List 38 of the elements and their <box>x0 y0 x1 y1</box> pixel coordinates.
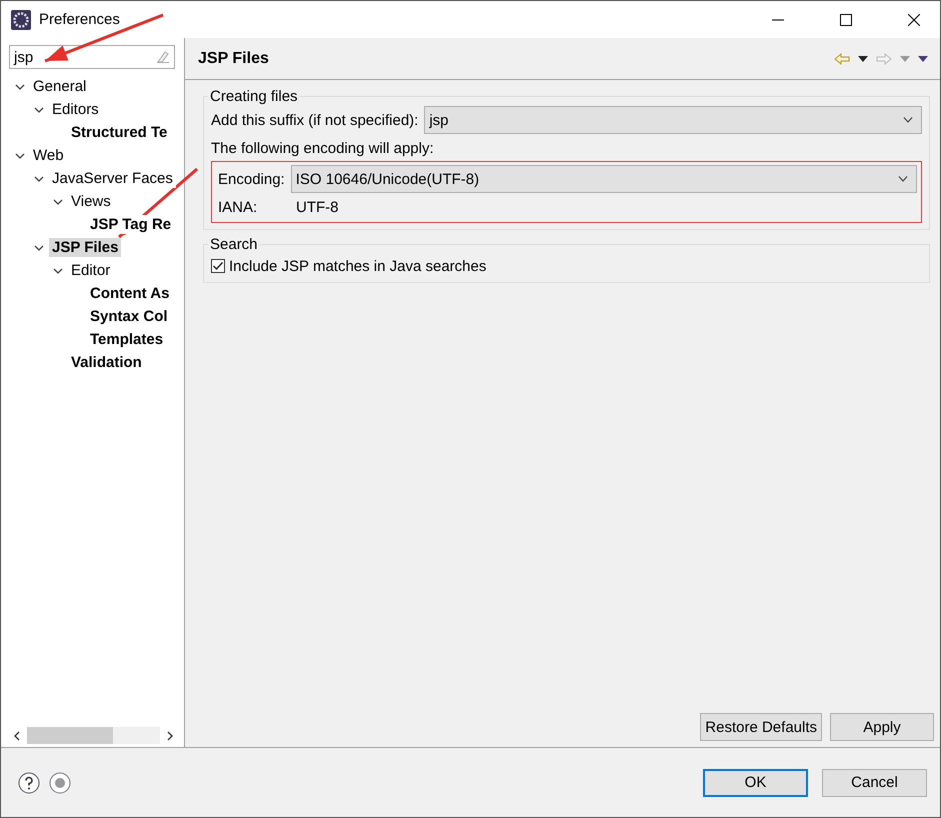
help-icon[interactable] <box>18 772 40 794</box>
chevron-down-icon[interactable] <box>15 150 25 160</box>
chevron-down-icon[interactable] <box>53 196 63 206</box>
encoding-dropdown[interactable]: ISO 10646/Unicode(UTF-8) <box>290 165 917 193</box>
window-title: Preferences <box>39 11 120 28</box>
field-value: UTF-8 <box>296 198 338 216</box>
dropdown-icon[interactable] <box>858 56 868 62</box>
checkbox-label: Include JSP matches in Java searches <box>229 258 486 274</box>
group-title: Creating files <box>209 88 299 105</box>
dialog-button[interactable]: OK <box>703 768 808 796</box>
dialog-button[interactable]: Cancel <box>822 768 927 796</box>
chevron-down-icon <box>903 117 913 123</box>
chevron-down-icon[interactable] <box>34 174 44 184</box>
scroll-left-icon[interactable] <box>13 730 21 740</box>
checkbox[interactable] <box>211 259 225 273</box>
record-icon[interactable] <box>49 772 71 794</box>
chevron-down-icon[interactable] <box>53 266 63 276</box>
close-icon[interactable] <box>908 14 920 26</box>
tree-item[interactable]: JSP Files <box>49 238 122 257</box>
gear-icon <box>11 10 31 30</box>
encoding-note: The following encoding will apply: <box>211 138 435 158</box>
scrollbar-thumb[interactable] <box>27 727 113 744</box>
chevron-down-icon[interactable] <box>34 242 44 252</box>
page-button[interactable]: Apply <box>830 713 934 741</box>
field-label: IANA: <box>218 198 258 216</box>
filter-field[interactable]: jsp <box>9 45 175 69</box>
field-label: Add this suffix (if not specified): <box>211 112 418 128</box>
chevron-down-icon[interactable] <box>34 104 44 114</box>
chevron-down-icon[interactable] <box>15 82 25 92</box>
chevron-down-icon <box>898 176 908 182</box>
scroll-right-icon[interactable] <box>166 730 174 740</box>
maximize-icon[interactable] <box>840 14 852 26</box>
suffix-dropdown[interactable]: jsp <box>424 106 922 134</box>
group-title: Search <box>209 236 259 253</box>
view-menu-icon[interactable] <box>918 56 928 62</box>
page-button[interactable]: Restore Defaults <box>700 713 822 741</box>
field-label: Encoding: <box>218 170 285 188</box>
page-title: JSP Files <box>198 50 269 68</box>
